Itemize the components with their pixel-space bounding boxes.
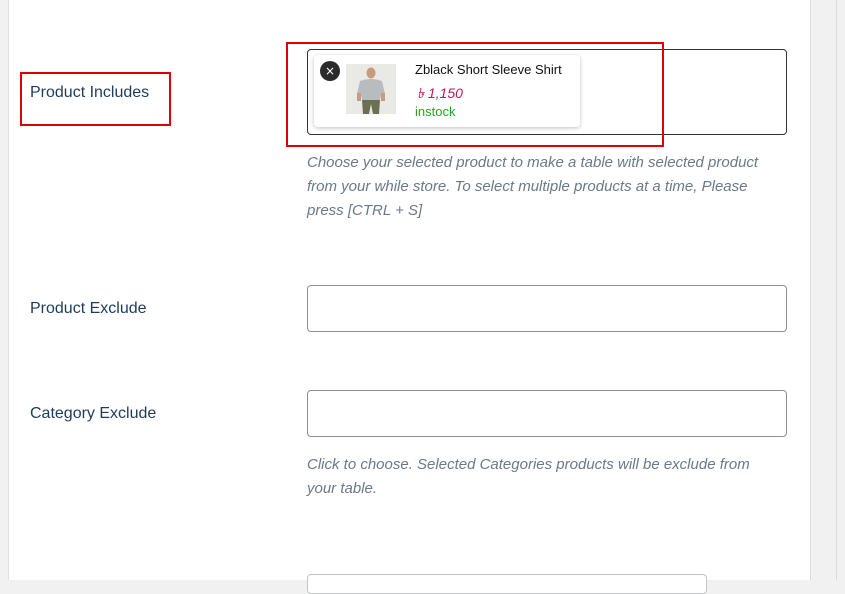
category-exclude-select[interactable] — [307, 390, 787, 437]
product-includes-description: Choose your selected product to make a t… — [307, 154, 759, 219]
label-highlight-box — [20, 72, 171, 126]
scrollbar-track[interactable] — [836, 0, 845, 580]
select-highlight-box — [286, 42, 664, 147]
category-exclude-description: Click to choose. Selected Categories pro… — [307, 456, 750, 497]
next-field-select[interactable] — [307, 574, 707, 594]
product-exclude-select[interactable] — [307, 285, 787, 332]
category-exclude-label: Category Exclude — [30, 405, 157, 422]
product-exclude-label: Product Exclude — [30, 300, 147, 317]
